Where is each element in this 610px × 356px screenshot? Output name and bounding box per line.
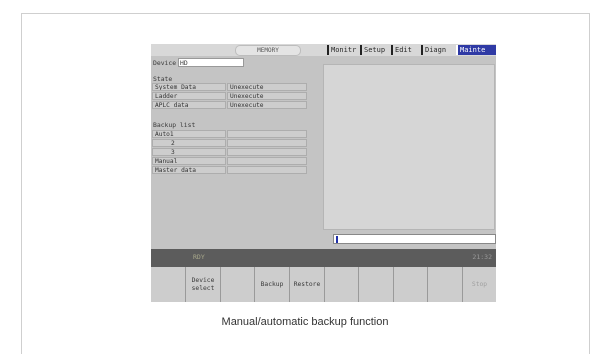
function-key[interactable]	[358, 267, 393, 302]
function-key[interactable]	[393, 267, 427, 302]
backup-row-name[interactable]: Auto1	[152, 130, 226, 138]
status-ready: RDY	[193, 253, 205, 261]
function-key-bar: Device select Backup Restore Stop	[151, 267, 496, 302]
function-key[interactable]	[151, 267, 185, 302]
backup-row-name[interactable]: Manual	[152, 157, 226, 165]
backup-row-value	[227, 157, 307, 165]
function-key[interactable]	[427, 267, 462, 302]
backup-row-name[interactable]: Master data	[152, 166, 226, 174]
cnc-screen: MEMORY Monitr Setup Edit Diagn Mainte De…	[151, 44, 496, 302]
function-key[interactable]	[220, 267, 254, 302]
backup-row-value	[227, 139, 307, 147]
tab-monitor[interactable]: Monitr	[327, 45, 359, 55]
text-cursor	[336, 236, 338, 243]
backup-row-value	[227, 166, 307, 174]
backup-row-name[interactable]: 3	[152, 148, 226, 156]
function-key[interactable]	[324, 267, 358, 302]
tab-diagnosis[interactable]: Diagn	[421, 45, 449, 55]
backup-list-heading: Backup list	[153, 121, 196, 129]
command-input[interactable]	[333, 234, 496, 244]
figure-caption: Manual/automatic backup function	[221, 316, 389, 328]
backup-row-name[interactable]: 2	[152, 139, 226, 147]
top-bar: MEMORY Monitr Setup Edit Diagn Mainte	[151, 44, 496, 56]
restore-key[interactable]: Restore	[289, 267, 324, 302]
mode-indicator: MEMORY	[235, 45, 301, 56]
state-row-value: Unexecute	[227, 83, 307, 91]
state-row-value: Unexecute	[227, 92, 307, 100]
tab-edit[interactable]: Edit	[391, 45, 415, 55]
tab-maintenance[interactable]: Mainte	[456, 45, 496, 55]
state-row-value: Unexecute	[227, 101, 307, 109]
state-row-name: System Data	[152, 83, 226, 91]
state-heading: State	[153, 75, 173, 83]
backup-row-value	[227, 130, 307, 138]
status-bar: RDY 21:32	[151, 249, 496, 267]
device-select-key[interactable]: Device select	[185, 267, 220, 302]
state-row-name: APLC data	[152, 101, 226, 109]
state-row-name: Ladder	[152, 92, 226, 100]
device-input[interactable]: HD	[178, 58, 244, 67]
device-value: HD	[180, 59, 188, 67]
stop-key[interactable]: Stop	[462, 267, 496, 302]
device-label: Device	[153, 59, 177, 67]
backup-row-value	[227, 148, 307, 156]
info-panel	[323, 64, 495, 230]
status-time: 21:32	[472, 253, 492, 261]
backup-key[interactable]: Backup	[254, 267, 289, 302]
tab-setup[interactable]: Setup	[360, 45, 388, 55]
